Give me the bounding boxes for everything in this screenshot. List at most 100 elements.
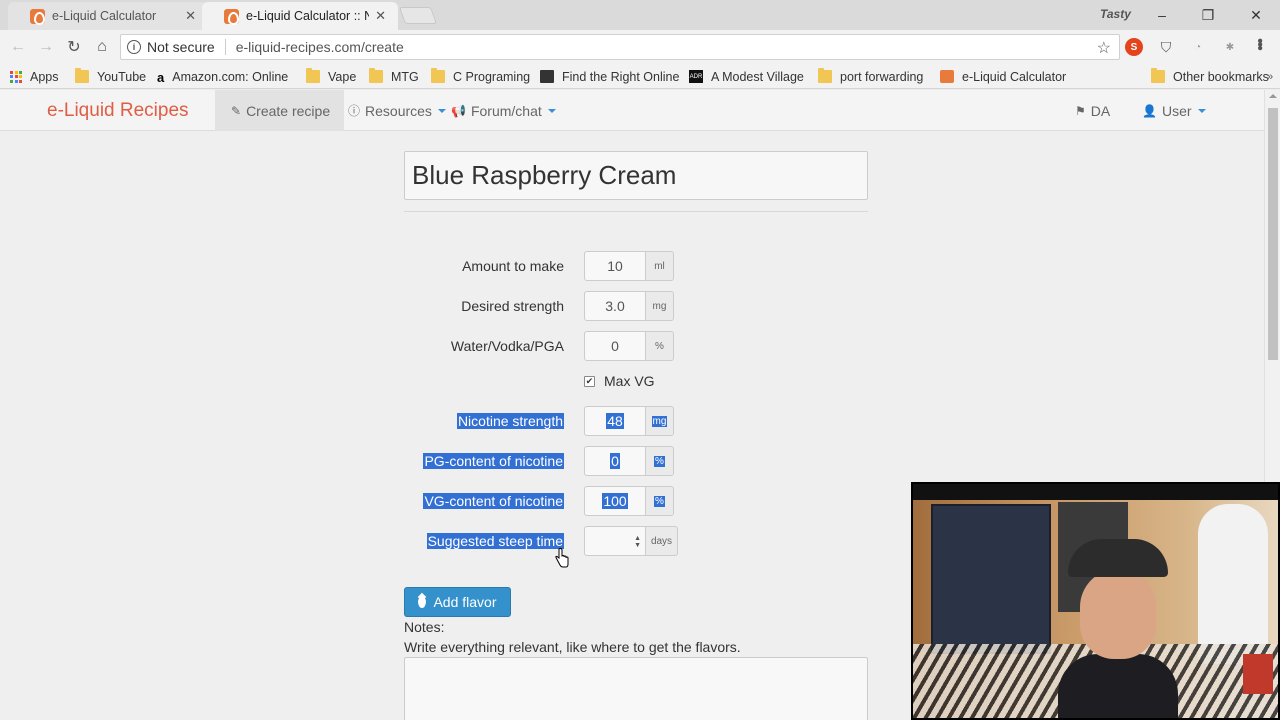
bookmark-modest-village[interactable]: ADR A Modest Village	[689, 68, 804, 85]
nav-label: Forum/chat	[470, 102, 542, 119]
extension-gray-icon[interactable]: ◔	[1189, 38, 1207, 56]
amount-unit: ml	[646, 251, 674, 281]
extension-pocket-icon[interactable]: ⛉	[1157, 38, 1175, 56]
info-icon[interactable]: i	[127, 40, 141, 54]
max-vg-label[interactable]: Max VG	[604, 373, 655, 389]
amount-value: 10	[607, 258, 623, 274]
nav-label: Resources	[365, 102, 432, 119]
bookmark-label: C Programing	[453, 69, 531, 84]
nicotine-strength-row: Nicotine strength 48 mg	[404, 406, 704, 436]
new-tab-button[interactable]	[398, 7, 438, 24]
max-vg-checkbox[interactable]: ✔	[584, 375, 595, 387]
water-label: Water/Vodka/PGA	[450, 338, 564, 354]
nav-resources[interactable]: ⓘ Resources	[348, 90, 446, 131]
desired-strength-input[interactable]: 3.0	[584, 291, 646, 321]
webcam-poster	[931, 504, 1051, 654]
back-icon[interactable]: ←	[8, 37, 28, 57]
steep-time-unit: days	[646, 526, 678, 556]
reload-icon[interactable]: ↻	[64, 37, 84, 57]
hand-cursor-icon	[555, 548, 569, 568]
vg-content-input[interactable]: 100	[584, 486, 646, 516]
pg-content-input[interactable]: 0	[584, 446, 646, 476]
browser-tab-2[interactable]: e-Liquid Calculator :: New ✕	[202, 2, 398, 30]
nicotine-strength-input[interactable]: 48	[584, 406, 646, 436]
caret-down-icon	[437, 108, 446, 113]
folder-icon	[431, 68, 445, 83]
browser-toolbar: ← → ↻ ⌂ i Not secure e-liquid-recipes.co…	[0, 30, 1280, 64]
bookmark-find-right-online[interactable]: Find the Right Online	[540, 68, 679, 85]
security-label[interactable]: Not secure	[147, 39, 215, 55]
omnibox-divider	[224, 39, 226, 55]
bookmark-amazon[interactable]: a Amazon.com: Online	[157, 68, 288, 86]
bookmark-eliquid-calculator[interactable]: e-Liquid Calculator	[940, 68, 1066, 85]
notes-textarea[interactable]	[404, 657, 868, 720]
desired-strength-value: 3.0	[605, 298, 625, 314]
forward-icon[interactable]: →	[36, 37, 56, 57]
steep-time-label: Suggested steep time	[426, 533, 564, 549]
max-vg-row[interactable]: ✔ Max VG	[584, 373, 655, 389]
extension-puzzle-icon[interactable]: ✱	[1221, 38, 1239, 56]
close-tab-icon[interactable]: ✕	[375, 8, 386, 24]
address-bar[interactable]: i Not secure e-liquid-recipes.com/create…	[120, 34, 1120, 60]
amount-input[interactable]: 10	[584, 251, 646, 281]
bookmark-vape[interactable]: Vape	[306, 68, 356, 85]
bookmarks-overflow-icon[interactable]: »	[1267, 71, 1273, 83]
notes-label: Notes:	[404, 619, 445, 635]
bookmark-port-forwarding[interactable]: port forwarding	[818, 68, 923, 85]
pg-content-label: PG-content of nicotine	[423, 453, 564, 469]
adr-icon: ADR	[689, 70, 703, 83]
folder-icon	[818, 68, 832, 83]
scroll-up-arrow-icon[interactable]	[1269, 94, 1277, 98]
nav-user[interactable]: 👤 User	[1142, 90, 1206, 131]
close-tab-icon[interactable]: ✕	[185, 8, 196, 24]
notes-hint: Write everything relevant, like where to…	[404, 639, 741, 655]
info-circle-icon: ⓘ	[348, 104, 361, 118]
home-icon[interactable]: ⌂	[92, 37, 112, 57]
pencil-icon: ✎	[231, 103, 242, 118]
steep-time-input[interactable]: ▲ ▼	[584, 526, 646, 556]
water-input[interactable]: 0	[584, 331, 646, 361]
nav-label: DA	[1090, 102, 1111, 119]
webcam-person-cap	[1068, 539, 1168, 577]
desired-strength-unit: mg	[646, 291, 674, 321]
bookmark-other[interactable]: Other bookmarks	[1151, 68, 1269, 85]
bookmark-mtg[interactable]: MTG	[369, 68, 419, 85]
nav-language[interactable]: ⚑ DA	[1075, 90, 1110, 131]
tab-title: e-Liquid Calculator :: New	[246, 9, 370, 23]
eliquid-favicon-icon	[224, 8, 239, 25]
folder-icon	[75, 68, 89, 83]
droplet-icon	[418, 596, 427, 608]
nav-forum-chat[interactable]: 📢 Forum/chat	[451, 90, 556, 131]
bookmark-apps[interactable]: Apps	[10, 68, 59, 85]
extension-stumble-icon[interactable]: S	[1125, 38, 1143, 56]
webcam-red-object	[1243, 654, 1273, 694]
profile-name[interactable]: Tasty	[1100, 7, 1131, 21]
steep-time-row: Suggested steep time ▲ ▼ days	[404, 526, 704, 556]
bookmark-star-icon[interactable]: ☆	[1097, 38, 1111, 58]
caret-down-icon	[547, 108, 556, 113]
close-window-icon[interactable]: ✕	[1236, 4, 1276, 26]
desired-strength-label: Desired strength	[461, 298, 564, 314]
eliquid-icon	[940, 70, 954, 83]
add-flavor-button[interactable]: Add flavor	[404, 587, 511, 617]
unit-text: mg	[651, 415, 668, 427]
recipe-name-input[interactable]: Blue Raspberry Cream	[404, 151, 868, 200]
url-text[interactable]: e-liquid-recipes.com/create	[236, 39, 404, 55]
site-brand[interactable]: e-Liquid Recipes	[47, 100, 189, 122]
browser-menu-icon[interactable]: •••	[1251, 38, 1268, 49]
nav-create-recipe[interactable]: ✎ Create recipe	[215, 90, 345, 131]
bookmark-youtube[interactable]: YouTube	[75, 68, 146, 85]
browser-tab-1[interactable]: e-Liquid Calculator ✕	[8, 2, 208, 30]
webcam-overlay	[911, 482, 1280, 720]
unit-text: mg	[652, 300, 667, 312]
restore-icon[interactable]: ❐	[1188, 4, 1228, 26]
scroll-thumb[interactable]	[1268, 108, 1278, 360]
minimize-icon[interactable]: –	[1142, 4, 1182, 26]
number-spinner-icon[interactable]: ▲ ▼	[634, 535, 641, 549]
bookmark-label: Vape	[328, 69, 357, 84]
vg-content-label: VG-content of nicotine	[423, 493, 564, 509]
nicotine-strength-value: 48	[606, 413, 624, 429]
bookmark-label: Other bookmarks	[1173, 69, 1269, 84]
bookmark-label: e-Liquid Calculator	[962, 69, 1067, 84]
bookmark-c-programing[interactable]: C Programing	[431, 68, 530, 85]
